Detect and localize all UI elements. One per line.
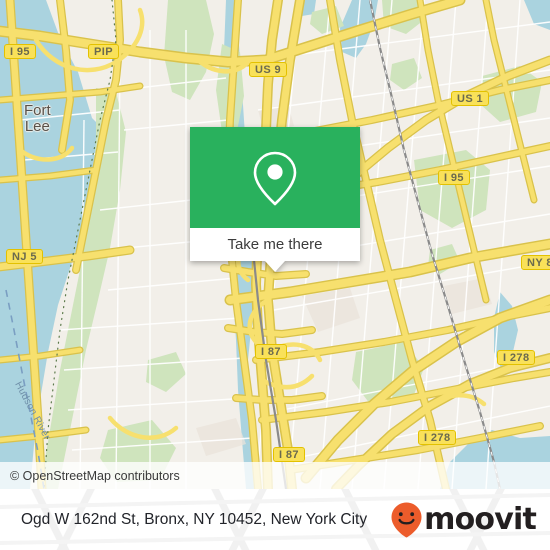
shield-us1: US 1 [451,91,490,106]
osm-attribution-text: © OpenStreetMap contributors [10,468,180,483]
map-canvas[interactable]: I 95 PIP US 9 US 1 I 95 NJ 5 NY 8 I 87 I… [0,0,550,489]
location-pin-icon [253,151,297,205]
shield-i87-south: I 87 [273,447,305,462]
shield-nj5: NJ 5 [6,249,43,264]
shield-ny8: NY 8 [521,255,550,270]
moovit-logo[interactable]: moovit [390,501,537,539]
location-popup-card[interactable]: Take me there [190,127,360,272]
take-me-there-button[interactable]: Take me there [190,228,360,261]
shield-i278-east: I 278 [497,350,536,365]
moovit-pin-icon [391,502,422,537]
footer-bar: Ogd W 162nd St, Bronx, NY 10452, New Yor… [0,489,550,550]
shield-i278-south: I 278 [418,430,457,445]
shield-i95-bronx: I 95 [438,170,470,185]
address-text: Ogd W 162nd St, Bronx, NY 10452, New Yor… [21,510,368,528]
popup-icon-area [190,127,360,228]
popup-tail-pointer [265,261,285,272]
take-me-there-label: Take me there [227,236,323,253]
shield-i95-nj: I 95 [4,44,36,59]
map-screenshot: I 95 PIP US 9 US 1 I 95 NJ 5 NY 8 I 87 I… [0,0,550,550]
shield-i87-north: I 87 [255,344,287,359]
attribution-bar: © OpenStreetMap contributors [0,462,550,489]
shield-pip: PIP [88,44,119,59]
moovit-wordmark: moovit [424,501,537,537]
place-label-fort-lee: Fort Lee [24,102,51,135]
shield-us9: US 9 [249,62,288,77]
